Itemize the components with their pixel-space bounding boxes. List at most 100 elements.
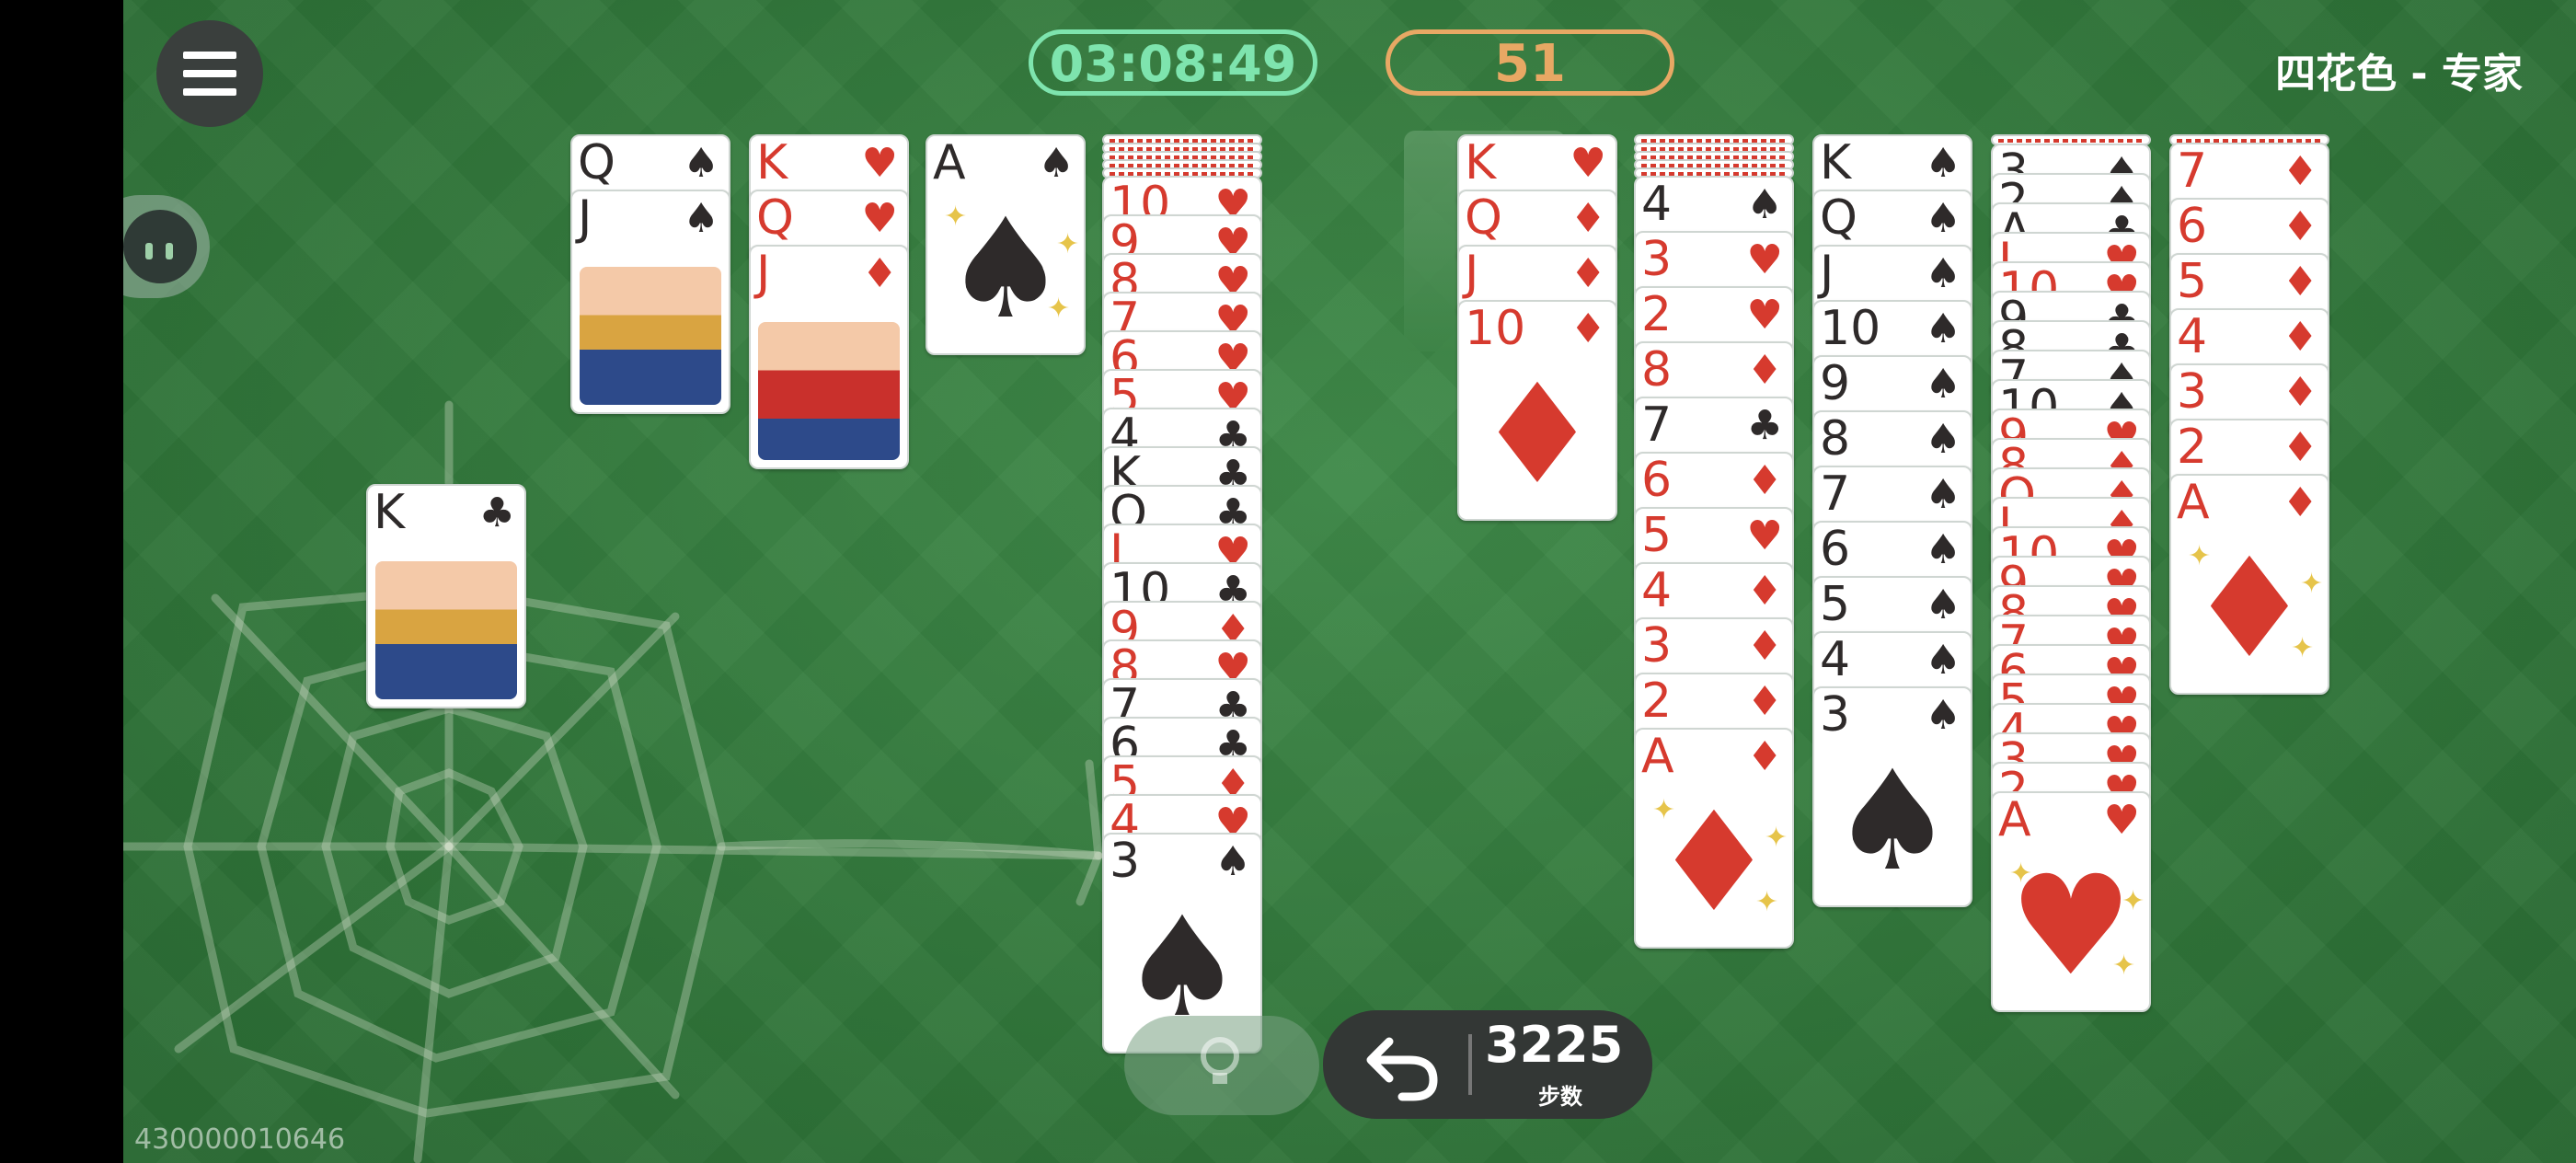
card-suit-icon: ♦ — [2282, 314, 2318, 361]
moves-count: 3225 — [1485, 1016, 1624, 1074]
card-rank: A — [2177, 475, 2210, 530]
card-rank: 6 — [1641, 453, 1673, 508]
sparkle-icon: ✦ — [1765, 822, 1788, 854]
card-suit-icon: ♠ — [683, 140, 719, 187]
card-rank: 5 — [2177, 254, 2208, 309]
card-rank: 7 — [1641, 397, 1673, 453]
card-rank: A — [933, 135, 966, 190]
moves-label: 步数 — [1538, 1084, 1582, 1110]
divider — [1468, 1034, 1472, 1095]
avatar-icon — [123, 210, 197, 283]
tableau-card[interactable]: J ♠ — [570, 190, 730, 414]
card-suit-icon: ♠ — [1038, 140, 1075, 187]
sparkle-icon: ✦ — [1056, 228, 1080, 260]
card-rank: A — [1998, 792, 2031, 847]
hint-button[interactable] — [1124, 1016, 1319, 1115]
card-rank: 4 — [1641, 177, 1673, 232]
completed-king-card[interactable]: K ♣ — [366, 484, 526, 708]
court-card-illustration — [375, 561, 517, 699]
card-rank: 3 — [1110, 834, 1141, 889]
card-rank: J — [578, 190, 592, 246]
card-suit-icon: ♦ — [1746, 568, 1783, 615]
card-suit-icon: ♠ — [1925, 526, 1961, 573]
undo-moves-bar: 3225 步数 — [1323, 1010, 1652, 1119]
tableau-card[interactable]: A ♠ ♠ ✦ ✦ ✦ — [926, 134, 1086, 355]
card-suit-icon: ♥ — [2103, 797, 2140, 844]
tableau-card[interactable]: A ♥ ♥ ✦ ✦ ✦ — [1991, 791, 2151, 1012]
card-suit-icon: ♣ — [1746, 402, 1783, 449]
card-rank: 6 — [1820, 522, 1851, 577]
card-rank: J — [1465, 246, 1479, 301]
card-suit-icon: ♦ — [1570, 250, 1606, 297]
tableau-card[interactable]: 3 ♠ ♠ — [1812, 686, 1972, 907]
card-suit-icon: ♦ — [1570, 195, 1606, 242]
tableau-card[interactable]: A ♦ ♦ ✦ ✦ ✦ — [2169, 474, 2329, 695]
card-rank: 3 — [2177, 364, 2208, 420]
sparkle-icon: ✦ — [2009, 858, 2033, 890]
tableau-card[interactable]: 10 ♦ ♦ — [1457, 300, 1617, 521]
card-rank: 5 — [1641, 508, 1673, 563]
card-rank: 7 — [1820, 466, 1851, 522]
timer-display: 03:08:49 — [1029, 29, 1317, 96]
card-suit-icon: ♦ — [2282, 369, 2318, 416]
card-rank: Q — [1820, 190, 1857, 246]
sparkle-icon: ✦ — [944, 201, 968, 233]
card-rank: 2 — [1641, 287, 1673, 342]
card-suit-icon: ♠ — [1925, 361, 1961, 408]
card-suit-icon: ♠ — [1925, 637, 1961, 684]
card-rank: J — [756, 246, 771, 301]
court-card-illustration — [580, 267, 721, 405]
score-display: 51 — [1386, 29, 1674, 96]
card-suit-icon: ♥ — [1746, 512, 1783, 559]
card-rank: 6 — [2177, 199, 2208, 254]
game-seed: 430000010646 — [134, 1123, 346, 1156]
card-rank: K — [756, 135, 788, 190]
card-center-suit-icon: ♦ — [1475, 355, 1600, 515]
card-rank: 4 — [2177, 309, 2208, 364]
card-rank: Q — [756, 190, 794, 246]
card-suit-icon: ♥ — [861, 140, 898, 187]
menu-button[interactable] — [156, 20, 263, 127]
card-rank: 9 — [1820, 356, 1851, 411]
sparkle-icon: ✦ — [2122, 885, 2145, 917]
card-suit-icon: ♠ — [1925, 140, 1961, 187]
card-suit-icon: ♠ — [1925, 250, 1961, 297]
card-suit-icon: ♦ — [1746, 733, 1783, 780]
card-suit-icon: ♦ — [1746, 347, 1783, 394]
card-rank: 4 — [1641, 563, 1673, 618]
court-card-illustration — [758, 322, 900, 460]
tableau-card[interactable]: A ♦ ♦ ✦ ✦ ✦ — [1634, 728, 1794, 949]
card-rank: 7 — [2177, 144, 2208, 199]
card-center-suit-icon: ♠ — [1830, 742, 1955, 902]
card-rank: 3 — [1641, 232, 1673, 287]
sparkle-icon: ✦ — [2112, 950, 2136, 982]
card-suit-icon: ♦ — [2282, 203, 2318, 250]
card-suit-icon: ♠ — [1925, 305, 1961, 352]
card-suit-icon: ♠ — [1925, 692, 1961, 739]
card-suit-icon: ♣ — [478, 489, 515, 536]
sparkle-icon: ✦ — [2188, 540, 2212, 572]
card-rank: Q — [578, 135, 615, 190]
game-mode-label: 四花色 - 专家 — [2275, 51, 2523, 98]
sparkle-icon: ✦ — [1652, 794, 1676, 826]
card-suit-icon: ♠ — [1746, 181, 1783, 228]
card-suit-icon: ♠ — [1214, 838, 1251, 885]
card-suit-icon: ♦ — [2282, 424, 2318, 471]
sparkle-icon: ✦ — [1047, 293, 1071, 325]
card-rank: 3 — [1641, 618, 1673, 674]
card-rank: 5 — [1820, 577, 1851, 632]
card-suit-icon: ♦ — [1746, 678, 1783, 725]
card-suit-icon: ♥ — [1746, 236, 1783, 283]
undo-arrow-icon[interactable] — [1362, 1029, 1444, 1102]
tableau-card[interactable]: J ♦ — [749, 245, 909, 469]
card-suit-icon: ♦ — [1746, 457, 1783, 504]
card-rank: K — [1465, 135, 1497, 190]
card-suit-icon: ♠ — [1925, 416, 1961, 463]
card-rank: 10 — [1465, 301, 1526, 356]
sparkle-icon: ✦ — [2291, 632, 2315, 664]
card-suit-icon: ♠ — [1925, 195, 1961, 242]
card-rank: A — [1641, 729, 1674, 784]
card-suit-icon: ♦ — [2282, 148, 2318, 195]
card-suit-icon: ♦ — [1570, 305, 1606, 352]
card-rank: 4 — [1820, 632, 1851, 687]
